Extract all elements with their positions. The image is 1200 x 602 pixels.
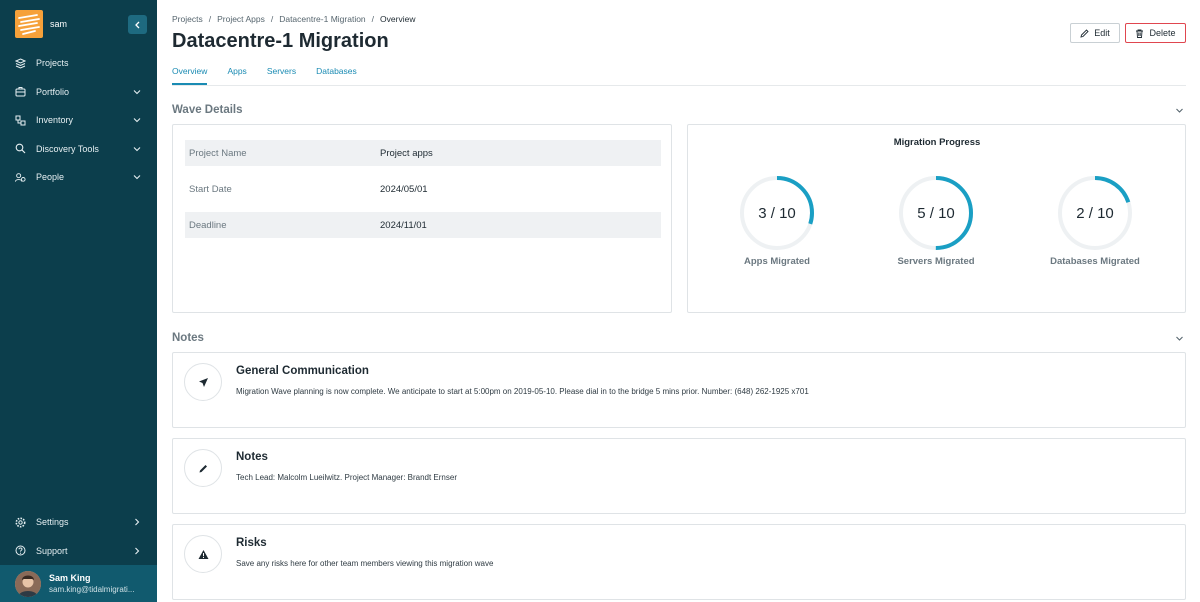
people-icon [15, 172, 26, 183]
detail-row-project-name: Project Name Project apps [185, 140, 661, 166]
sidebar-item-portfolio[interactable]: Portfolio [0, 78, 157, 107]
chevron-down-icon [133, 118, 141, 123]
collapse-sidebar-button[interactable] [128, 15, 147, 34]
chevron-down-icon [133, 89, 141, 94]
note-card-notes[interactable]: Notes Tech Lead: Malcolm Lueilwitz. Proj… [172, 438, 1186, 514]
search-icon [15, 143, 26, 154]
breadcrumb-current: Overview [380, 14, 416, 24]
chevron-right-icon [135, 518, 140, 526]
detail-row-deadline: Deadline 2024/11/01 [185, 212, 661, 238]
sidebar-item-inventory[interactable]: Inventory [0, 106, 157, 135]
breadcrumb-migration[interactable]: Datacentre-1 Migration [279, 14, 365, 24]
migration-progress-title: Migration Progress [893, 137, 981, 148]
chevron-down-icon[interactable] [1175, 106, 1184, 115]
note-title: General Communication [236, 365, 369, 377]
detail-value: 2024/05/01 [380, 183, 428, 195]
brand-logo [15, 10, 43, 38]
user-email: sam.king@tidalmigrati... [49, 585, 135, 594]
tab-overview[interactable]: Overview [172, 66, 208, 85]
avatar [15, 570, 41, 597]
chevron-down-icon[interactable] [1175, 334, 1184, 343]
servers-migrated-ring: 5 / 10 [898, 175, 974, 251]
tab-databases[interactable]: Databases [316, 66, 357, 85]
breadcrumb-separator: / [208, 14, 212, 24]
tabs: Overview Apps Servers Databases [172, 66, 1186, 86]
note-body: Tech Lead: Malcolm Lueilwitz. Project Ma… [236, 473, 457, 482]
detail-row-start-date: Start Date 2024/05/01 [185, 176, 661, 202]
ring-value: 2 / 10 [1076, 204, 1114, 222]
brand[interactable]: sam [15, 10, 67, 38]
ring-value: 5 / 10 [917, 204, 955, 222]
detail-value: 2024/11/01 [380, 219, 427, 231]
note-title: Risks [236, 537, 267, 549]
sidebar-bottom-nav: Settings Support [0, 508, 157, 565]
user-profile[interactable]: Sam King sam.king@tidalmigrati... [0, 565, 157, 602]
sidebar: sam Projects Portfolio Inventory Discove… [0, 0, 157, 602]
page-title: Datacentre-1 Migration [172, 30, 389, 52]
note-card-risks[interactable]: Risks Save any risks here for other team… [172, 524, 1186, 600]
sidebar-item-support[interactable]: Support [0, 537, 157, 566]
delete-button-label: Delete [1149, 28, 1176, 38]
sidebar-item-discovery-tools[interactable]: Discovery Tools [0, 135, 157, 164]
delete-button[interactable]: Delete [1125, 23, 1186, 43]
tab-servers[interactable]: Servers [267, 66, 296, 85]
note-title: Notes [236, 451, 268, 463]
detail-label: Project Name [189, 147, 247, 159]
chevron-left-icon [134, 21, 139, 28]
sidebar-item-projects[interactable]: Projects [0, 49, 157, 78]
migration-progress-card: Migration Progress 3 / 10 Apps Migrated … [687, 124, 1186, 313]
tab-apps[interactable]: Apps [227, 66, 246, 85]
sidebar-item-people[interactable]: People [0, 163, 157, 192]
ring-label: Apps Migrated [744, 256, 810, 267]
ring-label: Servers Migrated [897, 256, 975, 267]
brand-name: sam [50, 19, 68, 29]
detail-value: Project apps [380, 147, 433, 159]
trash-icon [1136, 29, 1144, 38]
note-card-general-communication[interactable]: General Communication Migration Wave pla… [172, 352, 1186, 428]
breadcrumb-separator: / [371, 14, 375, 24]
help-icon [15, 545, 26, 556]
note-body: Save any risks here for other team membe… [236, 559, 494, 568]
send-icon [184, 363, 222, 401]
pencil-icon [184, 449, 222, 487]
main-content: Projects / Project Apps / Datacentre-1 M… [172, 0, 1186, 602]
briefcase-icon [15, 86, 26, 97]
chevron-right-icon [135, 547, 140, 554]
ring-value: 3 / 10 [758, 204, 796, 222]
inventory-icon [15, 115, 26, 126]
breadcrumb-project-apps[interactable]: Project Apps [217, 14, 265, 24]
user-name: Sam King [49, 573, 91, 583]
sidebar-item-label: Projects [36, 58, 69, 69]
sidebar-item-label: Discovery Tools [36, 143, 99, 154]
breadcrumb-projects[interactable]: Projects [172, 14, 203, 24]
databases-migrated-ring: 2 / 10 [1057, 175, 1133, 251]
note-body: Migration Wave planning is now complete.… [236, 387, 809, 396]
chevron-down-icon [133, 175, 141, 180]
notes-heading: Notes [172, 332, 204, 344]
gear-icon [15, 517, 26, 528]
pencil-icon [1080, 28, 1089, 38]
wave-details-card: Project Name Project apps Start Date 202… [172, 124, 672, 313]
sidebar-item-label: Inventory [36, 115, 74, 126]
warning-icon [184, 535, 222, 573]
detail-label: Deadline [189, 219, 227, 231]
layers-icon [15, 58, 26, 69]
chevron-down-icon [133, 146, 141, 151]
edit-button[interactable]: Edit [1070, 23, 1120, 43]
edit-button-label: Edit [1094, 28, 1110, 38]
sidebar-item-label: People [36, 172, 65, 183]
ring-label: Databases Migrated [1050, 256, 1140, 267]
sidebar-item-label: Support [36, 545, 68, 556]
breadcrumb-separator: / [270, 14, 274, 24]
sidebar-nav: Projects Portfolio Inventory Discovery T… [0, 49, 157, 192]
sidebar-item-settings[interactable]: Settings [0, 508, 157, 537]
sidebar-item-label: Settings [36, 517, 69, 528]
breadcrumb: Projects / Project Apps / Datacentre-1 M… [172, 14, 415, 24]
sidebar-item-label: Portfolio [36, 86, 70, 97]
detail-label: Start Date [189, 183, 232, 195]
apps-migrated-ring: 3 / 10 [739, 175, 815, 251]
wave-details-heading: Wave Details [172, 104, 243, 116]
